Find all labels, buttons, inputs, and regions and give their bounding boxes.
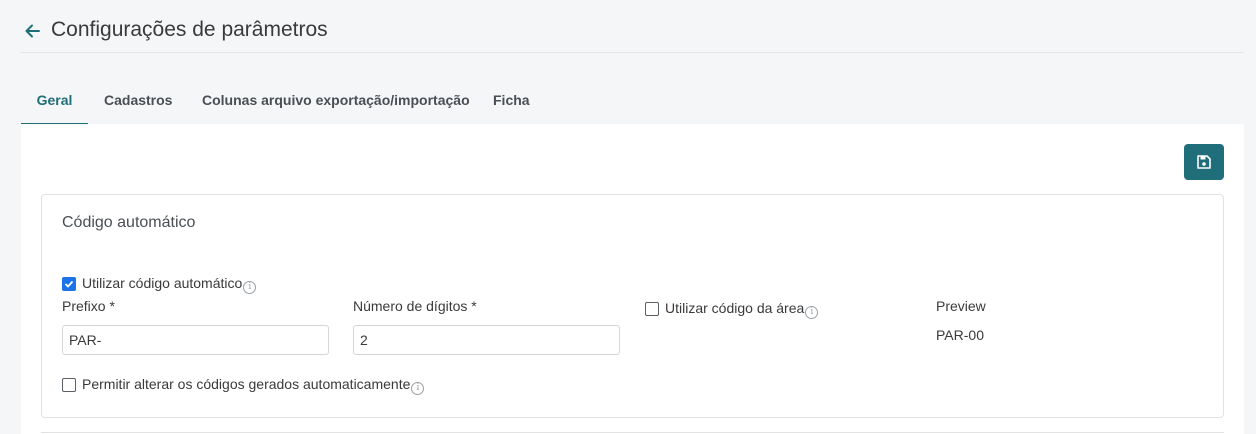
floppy-disk-icon bbox=[1197, 155, 1211, 169]
use-auto-code-checkbox[interactable] bbox=[62, 277, 76, 291]
use-area-code-checkbox[interactable] bbox=[645, 302, 659, 316]
page-title: Configurações de parâmetros bbox=[51, 18, 328, 41]
preview-label: Preview bbox=[936, 298, 986, 314]
card-title: Código automático bbox=[62, 214, 196, 231]
info-icon[interactable]: i bbox=[243, 281, 257, 294]
prefix-label: Prefixo * bbox=[62, 298, 115, 314]
use-auto-code-label: Utilizar código automático i bbox=[82, 275, 257, 294]
digits-label: Número de dígitos * bbox=[353, 298, 477, 314]
tab-bar: Geral Cadastros Colunas arquivo exportaç… bbox=[21, 78, 1244, 125]
use-area-code-label: Utilizar código da área i bbox=[665, 300, 819, 319]
preview-value: PAR-00 bbox=[936, 327, 984, 343]
header-divider bbox=[20, 52, 1244, 53]
tab-ficha[interactable]: Ficha bbox=[493, 78, 530, 123]
prefix-input[interactable] bbox=[62, 325, 329, 355]
tab-colunas-arquivo[interactable]: Colunas arquivo exportação/importação bbox=[202, 78, 470, 123]
allow-edit-codes-label: Permitir alterar os códigos gerados auto… bbox=[82, 376, 425, 395]
info-icon[interactable]: i bbox=[411, 382, 425, 395]
tab-cadastros[interactable]: Cadastros bbox=[104, 78, 172, 123]
tab-geral[interactable]: Geral bbox=[21, 78, 88, 125]
checkmark-icon bbox=[64, 280, 74, 288]
save-button[interactable] bbox=[1184, 144, 1224, 180]
allow-edit-codes-checkbox[interactable] bbox=[62, 378, 76, 392]
back-arrow-icon[interactable] bbox=[22, 20, 44, 42]
page-header: Configurações de parâmetros bbox=[0, 0, 1256, 62]
next-card-edge bbox=[41, 432, 1224, 433]
digits-input[interactable] bbox=[353, 325, 620, 355]
info-icon[interactable]: i bbox=[805, 306, 819, 319]
